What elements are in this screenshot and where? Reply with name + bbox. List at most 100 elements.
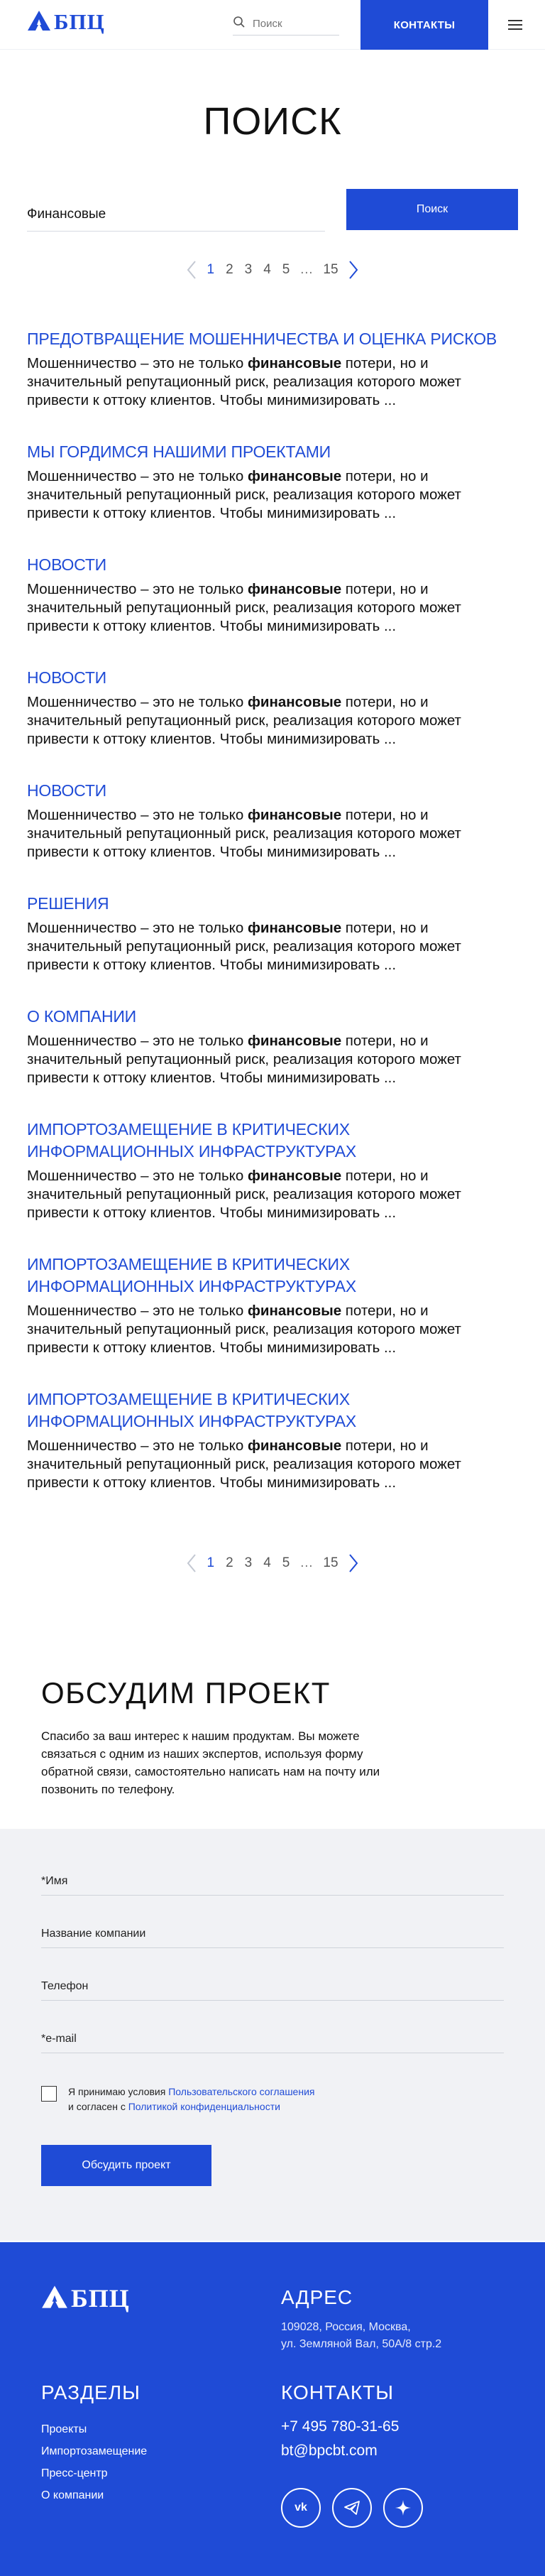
result-highlight: финансовые [247,1168,342,1184]
result-title-link[interactable]: Новости [27,780,518,802]
pagination-ellipsis: … [299,262,314,277]
result-snippet: Мошенничество – это не только финансовые… [27,355,461,408]
result-snippet: Мошенничество – это не только финансовые… [27,1438,461,1491]
discuss-title: ОБСУДИМ ПРОЕКТ [41,1676,331,1710]
prev-page-icon[interactable] [182,1550,201,1576]
search-result: Новости Мошенничество – это не только фи… [27,554,518,667]
address-heading: АДРЕС [281,2286,353,2308]
result-title-link[interactable]: Решения [27,893,518,915]
result-highlight: финансовые [247,920,342,936]
page-link-last[interactable]: 15 [317,262,343,278]
pagination-bottom: 1 2 3 4 5 … 15 [0,1550,545,1576]
search-result: Импортозамещение в критических информаци… [27,1254,518,1388]
submit-project-button[interactable]: Обсудить проект [41,2145,211,2186]
name-field[interactable] [41,1864,504,1896]
privacy-policy-link[interactable]: Политикой конфиденциальности [128,2101,280,2112]
page-link-3[interactable]: 3 [239,1555,258,1571]
header-search[interactable] [233,13,339,36]
sparkle-icon[interactable] [383,2488,423,2528]
result-snippet: Мошенничество – это не только финансовые… [27,1168,461,1221]
telegram-icon[interactable] [332,2488,372,2528]
result-title-link[interactable]: Импортозамещение в критических информаци… [27,1254,518,1298]
prev-page-icon[interactable] [182,257,201,283]
result-snippet: Мошенничество – это не только финансовые… [27,807,461,860]
logo-text: БПЦ [54,9,105,34]
vk-icon[interactable]: vk [281,2488,321,2528]
social-links: vk [281,2488,423,2528]
search-results: Предотвращение мошенничества и оценка ри… [27,328,518,1492]
footer-link-press[interactable]: Пресс-центр [41,2462,147,2484]
logo-icon [27,10,51,35]
result-highlight: финансовые [247,468,342,484]
result-snippet: Мошенничество – это не только финансовые… [27,1033,461,1086]
discuss-text: Спасибо за ваш интерес к нашим продуктам… [41,1729,380,1796]
email-input[interactable] [41,2033,504,2045]
pagination-top: 1 2 3 4 5 … 15 [0,257,545,283]
email-field[interactable] [41,2022,504,2053]
company-field[interactable] [41,1917,504,1948]
result-title-link[interactable]: Новости [27,667,518,689]
phone-input[interactable] [41,1980,504,1993]
footer-logo[interactable]: БПЦ [41,2283,130,2313]
page-title: ПОИСК [203,100,342,143]
footer-email-link[interactable]: bt@bpcbt.com [281,2442,378,2460]
footer-link-about[interactable]: О компании [41,2484,147,2506]
consent-block: Я принимаю условия Пользовательского сог… [41,2085,314,2114]
footer-link-projects[interactable]: Проекты [41,2418,147,2440]
search-result: Импортозамещение в критических информаци… [27,1388,518,1492]
page-link-1[interactable]: 1 [201,262,220,278]
next-page-icon[interactable] [344,257,363,283]
search-result: Решения Мошенничество – это не только фи… [27,893,518,1006]
search-button[interactable]: Поиск [346,189,518,230]
company-input[interactable] [41,1928,504,1940]
footer-phone-link[interactable]: +7 495 780-31-65 [281,2418,399,2435]
page-link-5[interactable]: 5 [277,1555,296,1571]
user-agreement-link[interactable]: Пользовательского соглашения [168,2086,314,2097]
page-link-1[interactable]: 1 [201,1555,220,1571]
next-page-icon[interactable] [344,1550,363,1576]
page-link-last[interactable]: 15 [317,1555,343,1571]
search-query-input[interactable] [27,207,325,222]
result-highlight: финансовые [247,1303,342,1319]
phone-field[interactable] [41,1969,504,2001]
result-title-link[interactable]: Новости [27,554,518,576]
result-snippet: Мошенничество – это не только финансовые… [27,468,461,521]
site-footer: БПЦ АДРЕС 109028, Россия, Москва, ул. Зе… [0,2242,545,2576]
name-input[interactable] [41,1875,504,1888]
contacts-heading: КОНТАКТЫ [281,2381,395,2403]
page-link-2[interactable]: 2 [220,1555,239,1571]
search-result: О компании Мошенничество – это не только… [27,1006,518,1119]
page-link-3[interactable]: 3 [239,262,258,278]
result-snippet: Мошенничество – это не только финансовые… [27,1303,461,1356]
contacts-button[interactable]: КОНТАКТЫ [360,0,488,50]
result-highlight: финансовые [247,1438,342,1454]
search-result: Предотвращение мошенничества и оценка ри… [27,328,518,441]
footer-link-import[interactable]: Импортозамещение [41,2440,147,2462]
search-result: Новости Мошенничество – это не только фи… [27,667,518,780]
result-title-link[interactable]: Импортозамещение в критических информаци… [27,1119,518,1163]
footer-logo-text: БПЦ [71,2284,130,2313]
page-link-2[interactable]: 2 [220,262,239,278]
result-highlight: финансовые [247,1033,342,1049]
page-link-4[interactable]: 4 [258,1555,277,1571]
logo[interactable]: БПЦ [27,9,105,35]
search-query-field[interactable] [27,189,325,232]
result-snippet: Мошенничество – это не только финансовые… [27,581,461,634]
sections-heading: РАЗДЕЛЫ [41,2381,141,2403]
result-title-link[interactable]: О компании [27,1006,518,1028]
result-highlight: финансовые [247,694,342,710]
result-title-link[interactable]: Импортозамещение в критических информаци… [27,1388,518,1433]
result-highlight: финансовые [247,581,342,597]
result-title-link[interactable]: Предотвращение мошенничества и оценка ри… [27,328,518,350]
result-highlight: финансовые [247,807,342,823]
page-link-5[interactable]: 5 [277,262,296,278]
search-icon[interactable] [233,16,246,32]
page: БПЦ КОНТАКТЫ ПОИСК Поиск 1 2 3 4 5 … 15 [0,0,545,2576]
consent-text: Я принимаю условия Пользовательского сог… [68,2086,315,2112]
result-title-link[interactable]: Мы гордимся нашими проектами [27,441,518,463]
search-result: Импортозамещение в критических информаци… [27,1119,518,1254]
header-search-input[interactable] [253,18,331,30]
menu-icon[interactable] [508,20,522,30]
consent-checkbox[interactable] [41,2086,57,2102]
page-link-4[interactable]: 4 [258,262,277,278]
